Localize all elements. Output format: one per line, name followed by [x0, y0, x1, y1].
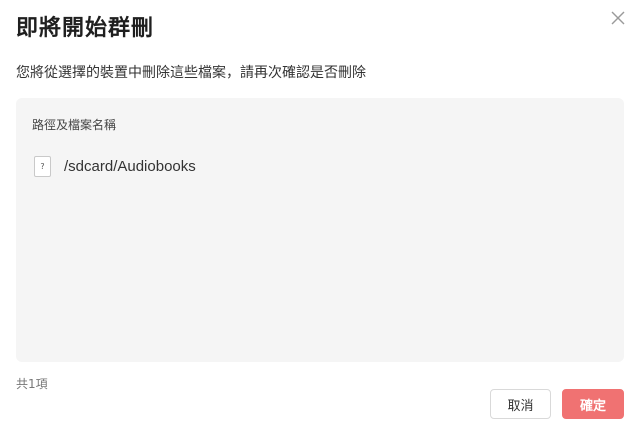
- list-item: ? /sdcard/Audiobooks: [34, 156, 196, 177]
- column-header-path: 路徑及檔案名稱: [32, 118, 117, 132]
- file-path: /sdcard/Audiobooks: [64, 158, 196, 175]
- close-icon[interactable]: [608, 8, 628, 28]
- delete-confirm-dialog: 即將開始群刪 您將從選擇的裝置中刪除這些檔案，請再次確認是否刪除 路徑及檔案名稱…: [0, 0, 638, 435]
- confirm-button[interactable]: 確定: [562, 389, 624, 419]
- file-list-panel: 路徑及檔案名稱 ? /sdcard/Audiobooks: [16, 98, 624, 362]
- dialog-subtitle: 您將從選擇的裝置中刪除這些檔案，請再次確認是否刪除: [16, 65, 366, 81]
- unknown-file-icon: ?: [34, 156, 51, 177]
- cancel-button[interactable]: 取消: [490, 389, 551, 419]
- dialog-title: 即將開始群刪: [16, 16, 155, 41]
- item-count: 共1項: [16, 377, 48, 391]
